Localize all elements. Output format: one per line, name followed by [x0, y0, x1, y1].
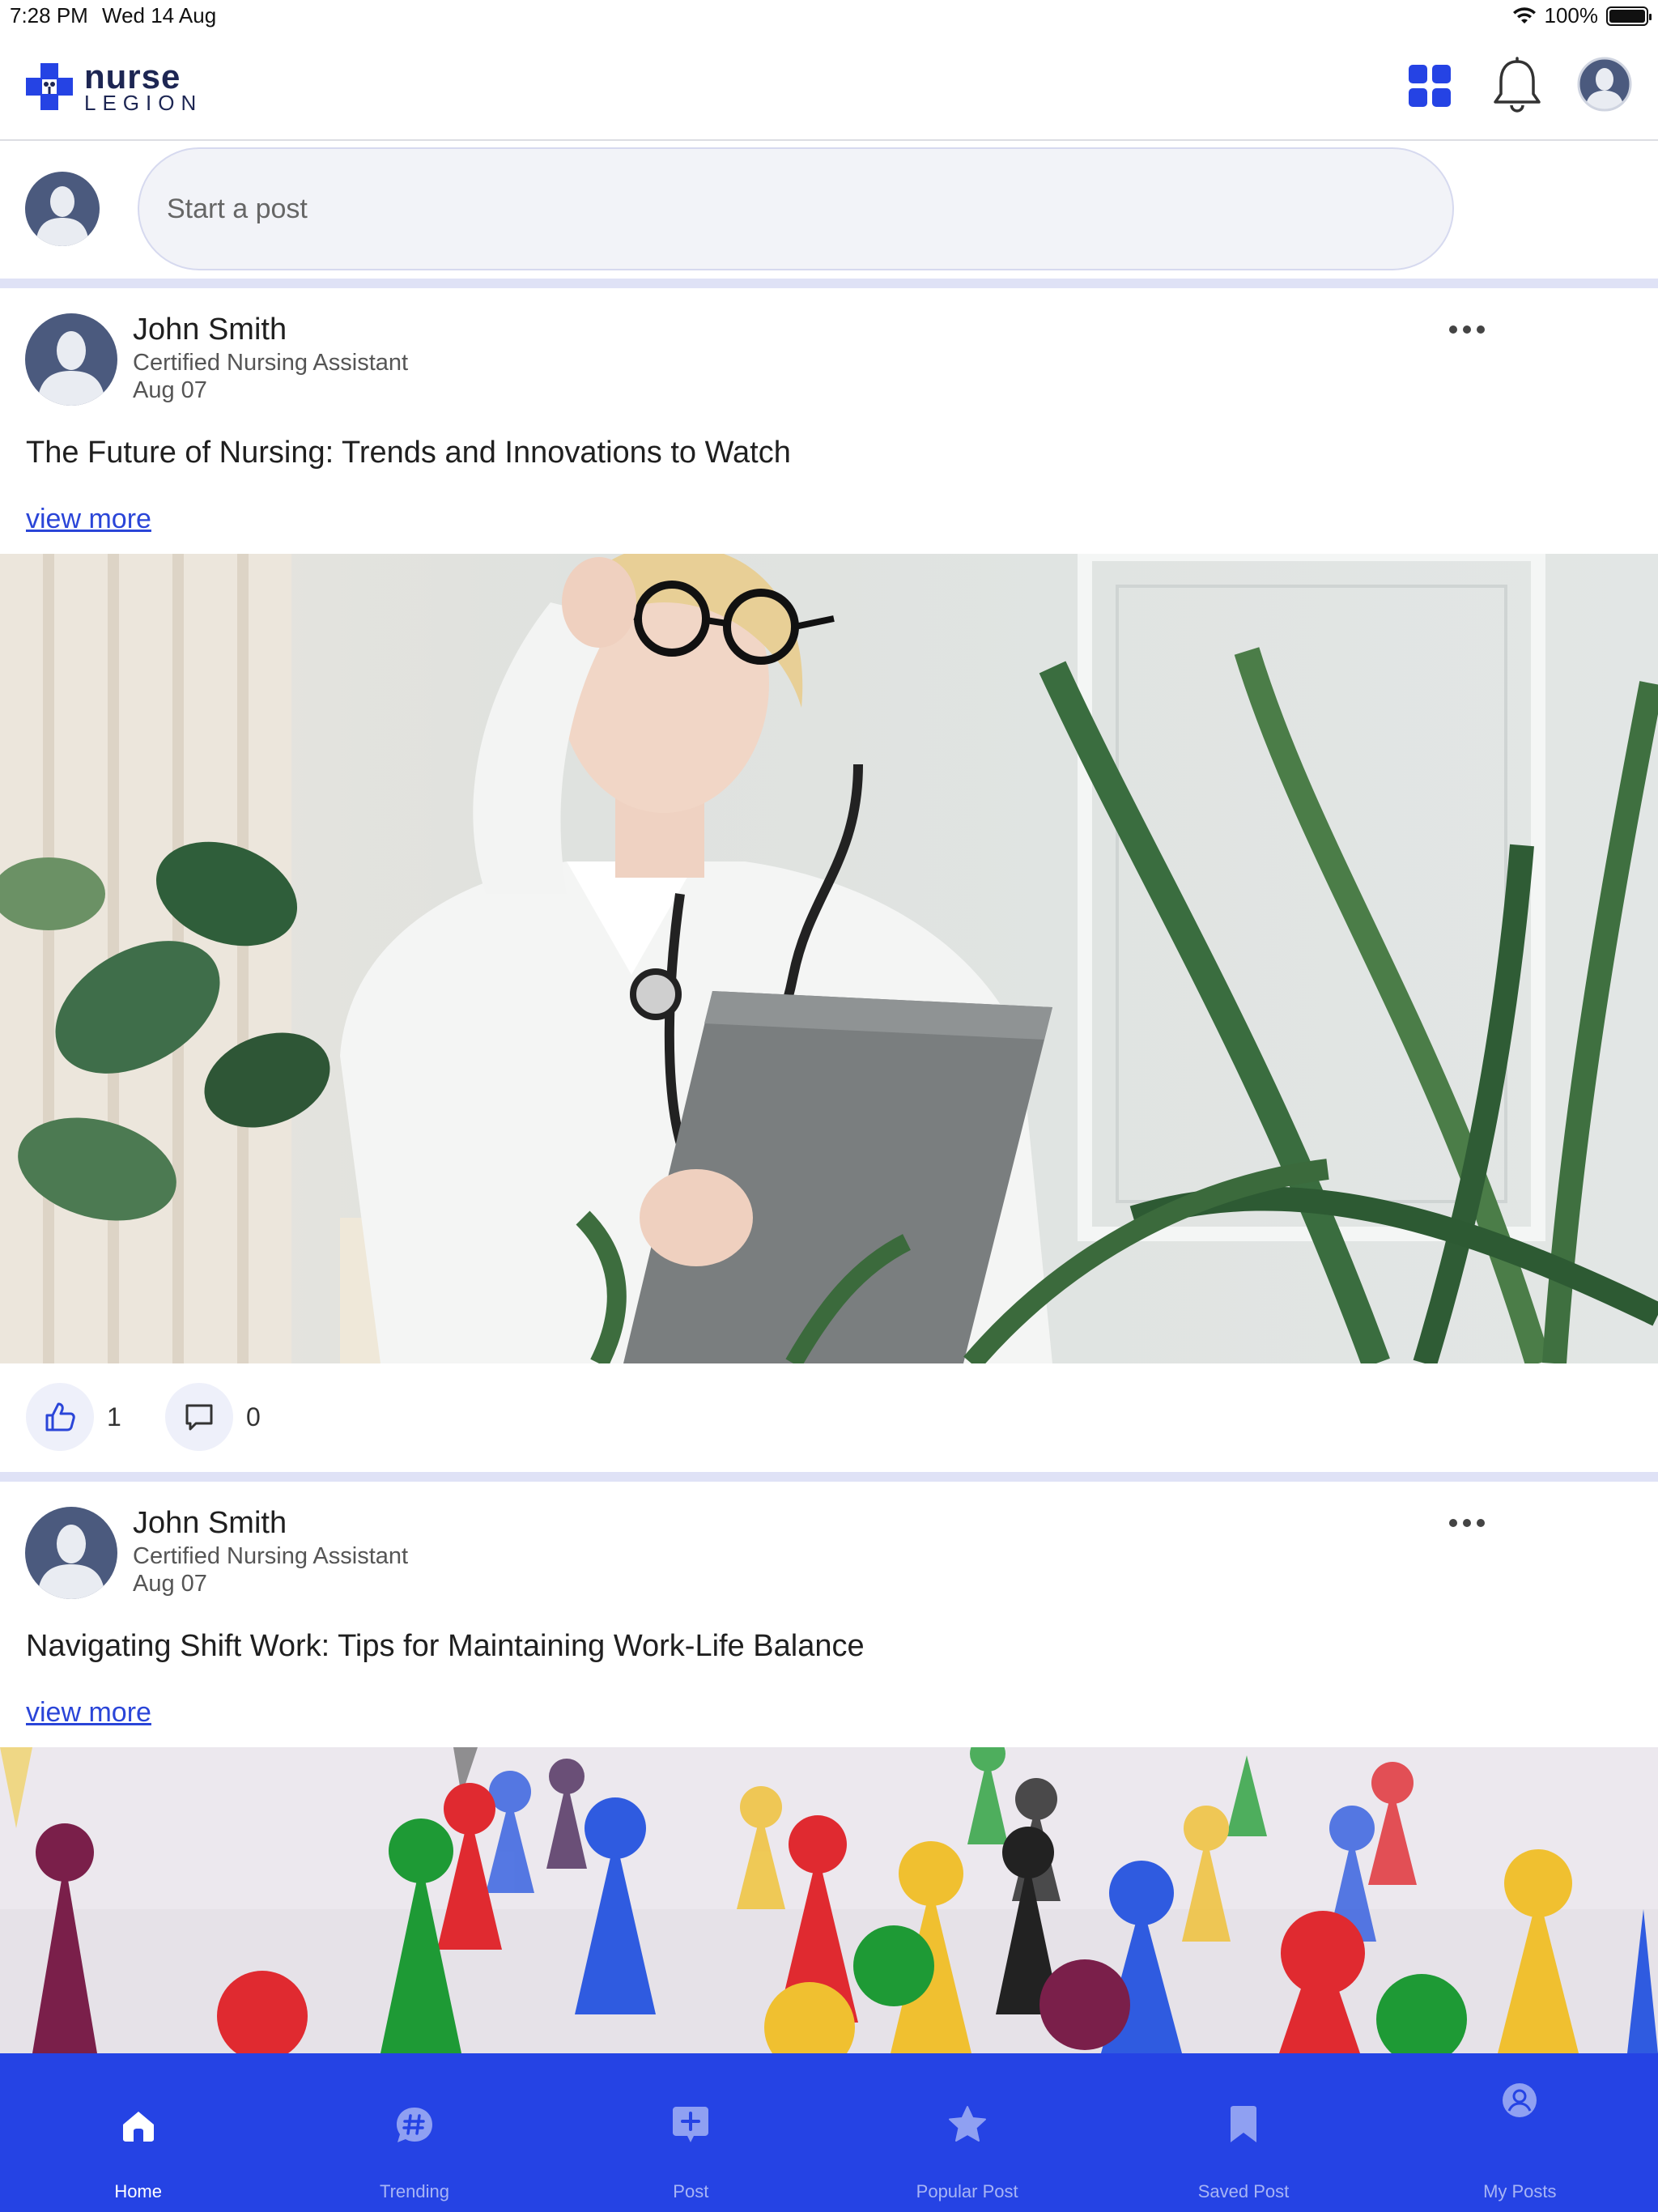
view-more-link[interactable]: view more [26, 1697, 151, 1729]
post-date: Aug 07 [133, 377, 207, 403]
profile-avatar[interactable] [1577, 57, 1632, 112]
author-name[interactable]: John Smith [133, 1506, 287, 1541]
nav-label-trending: Trending [379, 2181, 449, 2201]
star-icon [948, 2106, 986, 2142]
app-header: nurse LEGION [0, 32, 1658, 141]
author-avatar[interactable] [24, 313, 118, 406]
like-count: 1 [107, 1402, 121, 1431]
post-image[interactable] [0, 1747, 1658, 2053]
comment-count: 0 [246, 1402, 261, 1431]
like-button[interactable] [26, 1383, 94, 1451]
battery-percent: 100% [1544, 3, 1599, 28]
nav-label-my-posts: My Posts [1483, 2181, 1557, 2201]
author-role: Certified Nursing Assistant [133, 350, 409, 376]
feed-post: John Smith Certified Nursing Assistant A… [0, 1482, 1658, 2053]
composer-avatar [25, 172, 100, 246]
nav-my-posts[interactable]: My Posts [1382, 2053, 1658, 2212]
feed-separator [0, 1472, 1658, 1482]
nav-label-home: Home [114, 2181, 162, 2201]
post-image[interactable] [0, 554, 1658, 1363]
nav-label-popular-post: Popular Post [916, 2181, 1018, 2201]
status-date: Wed 14 Aug [102, 3, 217, 28]
post-date: Aug 07 [133, 1571, 207, 1597]
nav-home[interactable]: Home [0, 2053, 276, 2212]
feed-separator [0, 279, 1658, 288]
view-more-link[interactable]: view more [26, 504, 151, 535]
like-reaction[interactable]: 1 [26, 1383, 121, 1451]
author-avatar[interactable] [24, 1506, 118, 1600]
hashtag-icon [396, 2108, 432, 2142]
post-title: The Future of Nursing: Trends and Innova… [26, 436, 791, 470]
nav-label-post: Post [673, 2181, 709, 2201]
plus-square-icon [673, 2107, 709, 2142]
user-circle-icon [1503, 2083, 1537, 2117]
start-post-input[interactable]: Start a post [138, 147, 1454, 270]
status-right: 100% [1512, 3, 1652, 28]
post-title: Navigating Shift Work: Tips for Maintain… [26, 1629, 865, 1663]
grid-icon[interactable] [1407, 63, 1452, 108]
nav-trending[interactable]: Trending [276, 2053, 552, 2212]
nav-post[interactable]: Post [553, 2053, 829, 2212]
bookmark-icon [1230, 2106, 1256, 2142]
more-options-icon[interactable] [1449, 1517, 1485, 1529]
logo-text-nurse: nurse [84, 57, 181, 96]
comment-reaction[interactable]: 0 [165, 1383, 261, 1451]
feed-post: John Smith Certified Nursing Assistant A… [0, 288, 1658, 1472]
comment-button[interactable] [165, 1383, 233, 1451]
medical-cross-logo-icon [26, 63, 73, 110]
nav-saved-post[interactable]: Saved Post [1105, 2053, 1381, 2212]
nav-popular-post[interactable]: Popular Post [829, 2053, 1105, 2212]
bottom-navigation: Home Trending Post Popular Post Saved Po… [0, 2053, 1658, 2212]
author-name[interactable]: John Smith [133, 313, 287, 347]
comment-icon [185, 1404, 213, 1431]
wifi-icon [1512, 6, 1536, 23]
post-composer: Start a post [0, 143, 1658, 279]
status-time: 7:28 PM [10, 3, 88, 28]
bell-icon[interactable] [1491, 57, 1543, 113]
nav-label-saved-post: Saved Post [1197, 2181, 1290, 2201]
logo-text-legion: LEGION [84, 91, 203, 115]
logo-wordmark: nurse LEGION [84, 57, 203, 115]
battery-icon [1606, 6, 1652, 26]
nurse-legion-logo[interactable]: nurse LEGION [24, 60, 202, 113]
home-icon [122, 2112, 154, 2142]
author-role: Certified Nursing Assistant [133, 1543, 409, 1569]
more-options-icon[interactable] [1449, 324, 1485, 335]
status-bar: 7:28 PM Wed 14 Aug 100% [0, 0, 1658, 32]
thumbs-up-icon [45, 1402, 75, 1431]
